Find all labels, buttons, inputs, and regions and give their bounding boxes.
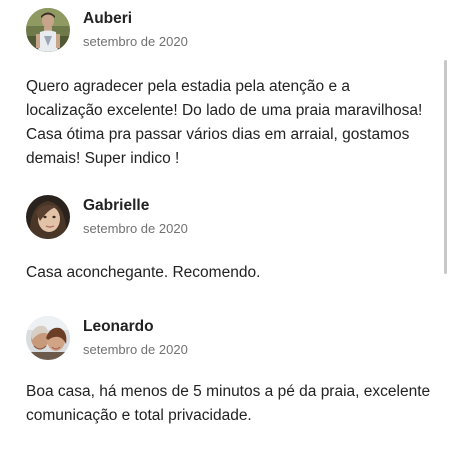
review-list: Auberi setembro de 2020 Quero agradecer …	[0, 0, 450, 450]
reviewer-name: Auberi	[83, 10, 133, 27]
review-date: setembro de 2020	[83, 34, 188, 49]
avatar[interactable]	[26, 8, 70, 52]
avatar-couple-selfie-icon	[26, 316, 70, 360]
review-text-line: Casa ótima pra passar vários dias em arr…	[26, 126, 410, 143]
avatar-man-outdoors-icon	[26, 8, 70, 52]
review-text: Boa casa, há menos de 5 minutos a pé da …	[26, 380, 431, 428]
avatar-woman-selfie-icon	[26, 195, 70, 239]
review-date: setembro de 2020	[83, 221, 188, 236]
reviewer-name: Gabrielle	[83, 197, 150, 214]
reviewer-name: Leonardo	[83, 318, 154, 335]
review-text-line: localização excelente! Do lado de uma pr…	[26, 102, 423, 119]
review-text-line: Boa casa, há menos de 5 minutos a pé da …	[26, 383, 431, 400]
review-date: setembro de 2020	[83, 342, 188, 357]
scrollbar[interactable]	[444, 60, 447, 274]
review-text-line: comunicação e total privacidade.	[26, 407, 252, 424]
review-text: Quero agradecer pela estadia pela atençã…	[26, 75, 426, 171]
avatar[interactable]	[26, 316, 70, 360]
review-text: Casa aconchegante. Recomendo.	[26, 261, 426, 285]
review-text-line: demais! Super indico !	[26, 150, 180, 167]
review-text-line: Casa aconchegante. Recomendo.	[26, 264, 261, 281]
avatar[interactable]	[26, 195, 70, 239]
review-text-line: Quero agradecer pela estadia pela atençã…	[26, 78, 351, 95]
